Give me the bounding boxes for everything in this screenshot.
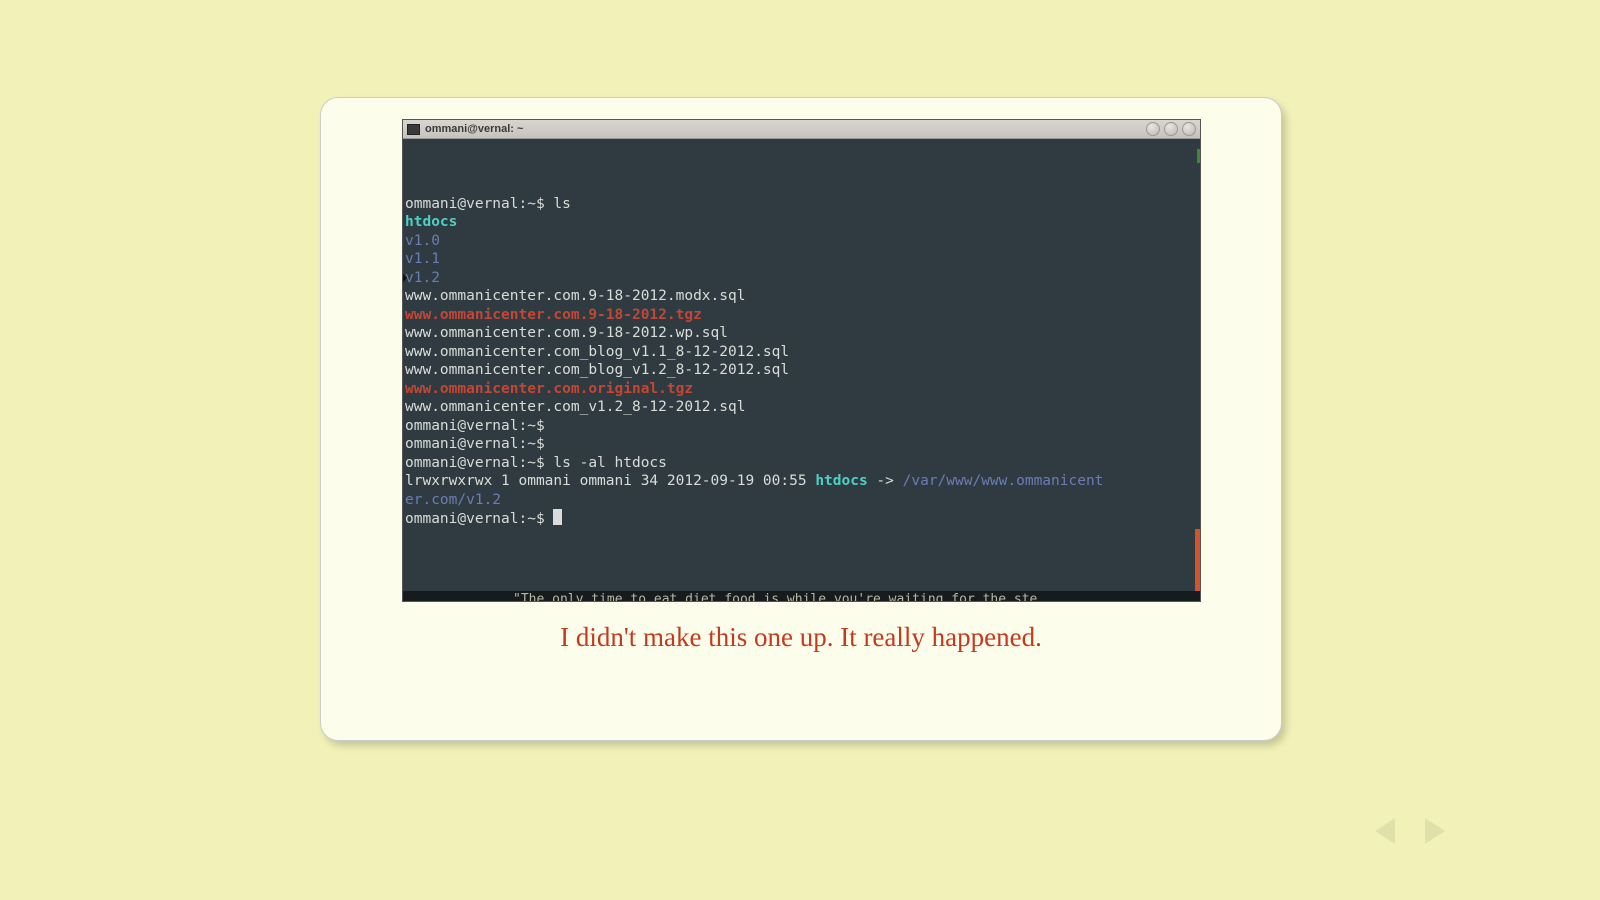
file-entry: www.ommanicenter.com.9-18-2012.modx.sql: [405, 288, 745, 304]
dir-entry: v1.1: [405, 251, 440, 267]
dir-entry: htdocs: [405, 214, 457, 230]
symlink-target-wrap: er.com/v1.2: [405, 492, 501, 508]
window-maximize-button[interactable]: [1164, 122, 1178, 136]
archive-entry: www.ommanicenter.com.original.tgz: [405, 381, 693, 397]
prompt-text: ommani@vernal:~$: [405, 511, 553, 527]
terminal-line: ommani@vernal:~$ ls: [405, 196, 571, 212]
terminal-line: ommani@vernal:~$ ls -al htdocs: [405, 455, 667, 471]
terminal-prompt-current: ommani@vernal:~$: [405, 511, 562, 527]
ls-long-line: lrwxrwxrwx 1 ommani ommani 34 2012-09-19…: [405, 473, 1103, 489]
left-caret-icon: [403, 273, 407, 283]
window-controls: [1146, 122, 1196, 136]
file-entry: www.ommanicenter.com_blog_v1.2_8-12-2012…: [405, 362, 789, 378]
symlink-target: /var/www/www.ommanicent: [903, 473, 1104, 489]
file-entry: www.ommanicenter.com_blog_v1.1_8-12-2012…: [405, 344, 789, 360]
dir-entry: v1.2: [405, 270, 440, 286]
terminal-line: ommani@vernal:~$: [405, 418, 553, 434]
window-close-button[interactable]: [1182, 122, 1196, 136]
slide-nav: [1375, 818, 1445, 844]
slide-caption: I didn't make this one up. It really hap…: [321, 622, 1281, 653]
prev-slide-button[interactable]: [1375, 818, 1395, 844]
slide-card: ommani@vernal: ~ ommani@vernal:~$ ls htd…: [320, 97, 1282, 741]
file-entry: www.ommanicenter.com.9-18-2012.wp.sql: [405, 325, 728, 341]
dir-entry: v1.0: [405, 233, 440, 249]
window-titlebar: ommani@vernal: ~: [403, 120, 1200, 139]
window-title: ommani@vernal: ~: [425, 123, 523, 135]
scroll-hint-top: [1197, 149, 1200, 163]
next-slide-button[interactable]: [1425, 818, 1445, 844]
symlink-arrow: ->: [868, 473, 903, 489]
cursor: [553, 509, 562, 525]
file-entry: www.ommanicenter.com_v1.2_8-12-2012.sql: [405, 399, 745, 415]
terminal-body[interactable]: ommani@vernal:~$ ls htdocs v1.0 v1.1 v1.…: [403, 139, 1200, 601]
file-perms: lrwxrwxrwx 1 ommani ommani 34 2012-09-19…: [405, 473, 815, 489]
window-minimize-button[interactable]: [1146, 122, 1160, 136]
tmux-status-fragment: "The only time to eat diet food is while…: [403, 591, 1200, 601]
symlink-name: htdocs: [815, 473, 867, 489]
terminal-icon: [407, 124, 420, 135]
terminal-window: ommani@vernal: ~ ommani@vernal:~$ ls htd…: [403, 120, 1200, 601]
terminal-line: ommani@vernal:~$: [405, 436, 553, 452]
archive-entry: www.ommanicenter.com.9-18-2012.tgz: [405, 307, 702, 323]
